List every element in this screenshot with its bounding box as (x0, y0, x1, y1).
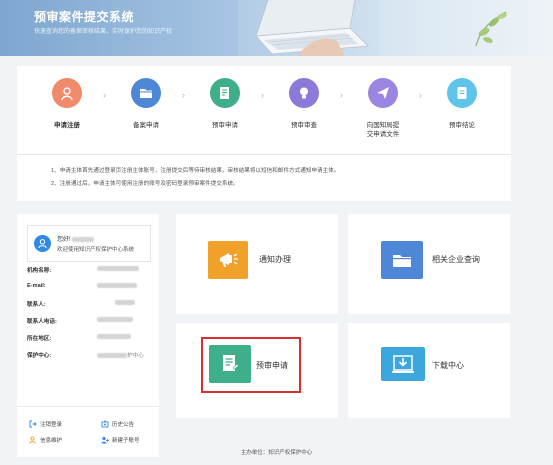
system-subtitle: 快速查询您的备案审核结果，实时保护您的知识产权 (34, 29, 173, 35)
add-subaccount-icon (101, 436, 109, 444)
step-label: 向国知局提 交申请文件 (366, 122, 400, 138)
footer-sponsor: 主办单位：知识产权保护中心 (240, 450, 313, 456)
tile-enterprise-query[interactable]: 相关企业查询 (348, 214, 510, 314)
info-label: 机构名称: (27, 268, 52, 274)
laptop-illustration (238, 0, 378, 56)
avatar (34, 235, 51, 252)
step-submit-to-cnipa[interactable]: 向国知局提 交申请文件 (351, 78, 415, 139)
instruction-note-1: 1、申请主体首先通过登录页注册主体账号，注册提交后等待审核结果，审核结果将以短信… (51, 168, 340, 174)
greeting-text: 您好! (57, 234, 95, 243)
new-subaccount-link[interactable]: 新建子账号 (101, 436, 140, 444)
logout-icon (29, 420, 37, 428)
user-register-icon (52, 78, 82, 108)
step-label: 申请注册 (54, 122, 80, 129)
step-arrow-icon: › (182, 90, 185, 100)
step-register[interactable]: 申请注册 (35, 78, 99, 130)
tile-label: 下载中心 (432, 361, 464, 370)
info-value (97, 317, 133, 323)
system-title: 预审案件提交系统 (34, 10, 135, 24)
info-row-org: 机构名称: (27, 266, 151, 280)
info-value (97, 283, 137, 289)
highlight-box (201, 337, 301, 393)
process-steps-card: 申请注册 › 备案申请 › 预审申请 › 预审审查 › 向国知局提 交申请文件 › 预审结论 1、申… (17, 66, 511, 201)
info-label: 联系人: (27, 302, 46, 308)
tile-download-center[interactable]: 下载中心 (348, 323, 510, 418)
info-value (97, 334, 131, 340)
step-pre-exam-application[interactable]: 预审申请 (193, 78, 257, 130)
plant-illustration (475, 11, 507, 47)
step-pre-exam-review[interactable]: 预审审查 (272, 78, 336, 130)
divider (17, 406, 159, 407)
folder-icon (131, 78, 161, 108)
user-profile-card: 您好! 欢迎使用知识产权保护中心系统 机构名称: E-mail: 联系人: 联系… (17, 214, 159, 457)
file-icon (447, 78, 477, 108)
step-arrow-icon: › (103, 90, 106, 100)
logout-link[interactable]: 注销登录 (29, 420, 62, 428)
profile-header: 您好! 欢迎使用知识产权保护中心系统 (27, 225, 151, 262)
download-icon (381, 347, 425, 381)
info-label: 联系人电话: (27, 319, 57, 325)
tile-label: 通知办理 (259, 255, 291, 264)
step-label: 预审审查 (291, 122, 317, 129)
step-pre-exam-conclusion[interactable]: 预审结论 (430, 78, 494, 130)
info-value (97, 300, 135, 306)
document-icon (210, 78, 240, 108)
info-label: 保护中心: (27, 353, 52, 359)
user-info-icon (29, 436, 36, 444)
info-label: E-mail: (27, 283, 46, 289)
info-maintenance-link[interactable]: 信息维护 (29, 436, 62, 444)
history-announcement-link[interactable]: 历史公告 (101, 420, 134, 428)
folder-icon (381, 241, 423, 279)
welcome-text: 欢迎使用知识产权保护中心系统 (57, 247, 135, 253)
info-row-region: 所在地区: (27, 334, 151, 348)
step-filing-application[interactable]: 备案申请 (114, 78, 178, 130)
info-row-email: E-mail: (27, 283, 151, 297)
info-label: 所在地区: (27, 336, 52, 342)
step-label: 预审申请 (212, 122, 238, 129)
step-label: 预审结论 (449, 122, 475, 129)
lightbulb-icon (289, 78, 319, 108)
info-row-phone: 联系人电话: (27, 317, 151, 331)
info-row-center: 保护中心: 护中心 (27, 351, 151, 365)
user-icon (38, 239, 47, 249)
divider (17, 154, 511, 155)
paper-plane-icon (368, 78, 398, 108)
info-row-contact: 联系人: (27, 300, 151, 314)
announcement-icon (101, 420, 109, 428)
info-value (97, 266, 139, 272)
info-value: 护中心 (97, 351, 144, 359)
header-banner: 预审案件提交系统 快速查询您的备案审核结果，实时保护您的知识产权 (0, 0, 553, 56)
megaphone-icon (208, 241, 248, 279)
step-arrow-icon: › (261, 90, 264, 100)
tile-label: 相关企业查询 (432, 255, 480, 264)
step-label: 备案申请 (133, 122, 159, 129)
step-arrow-icon: › (419, 90, 422, 100)
step-arrow-icon: › (340, 90, 343, 100)
instruction-note-2: 2、注册通过后，申请主体可使用注册的账号及密码登录预审案件提交系统。 (51, 181, 239, 187)
tile-notice-handling[interactable]: 通知办理 (176, 214, 338, 314)
